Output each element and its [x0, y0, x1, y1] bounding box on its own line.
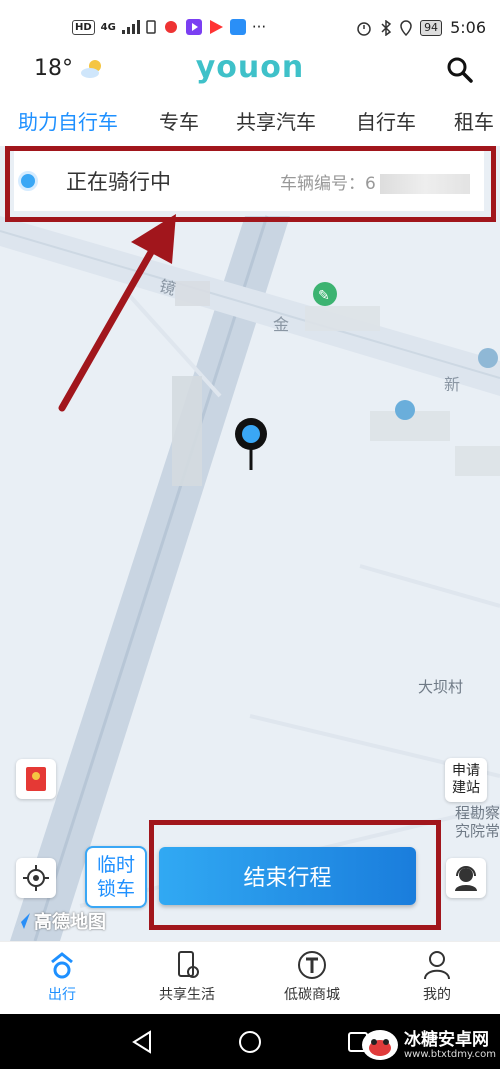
app-logo: youon — [195, 50, 305, 85]
hd-badge: HD — [72, 19, 95, 35]
amap-logo-icon — [14, 913, 30, 929]
status-left: HD 4G ··· — [72, 18, 266, 36]
red-packet-button[interactable] — [16, 759, 56, 799]
signal-icon — [121, 20, 140, 34]
crosshair-icon — [23, 865, 49, 891]
svg-text:✎: ✎ — [318, 288, 330, 304]
video-app-icon — [185, 19, 202, 35]
store-app-icon — [229, 19, 246, 35]
map-label-village: 大坝村 — [418, 678, 464, 696]
watermark: 冰糖安卓网 www.btxtdmy.com — [360, 1028, 496, 1062]
tab-rental[interactable]: 租车 — [454, 106, 494, 135]
nav-lowcarbon-mall[interactable]: 低碳商城 — [262, 950, 362, 1004]
status-right: 94 5:06 — [356, 18, 486, 37]
home-icon[interactable] — [238, 1030, 262, 1054]
user-icon — [424, 951, 450, 980]
alarm-icon — [357, 21, 371, 36]
map-label-line: 程勘察 — [455, 804, 500, 822]
annotation-highlight-box — [149, 820, 441, 930]
nav-travel[interactable]: 出行 — [12, 950, 112, 1004]
location-pin-icon — [235, 418, 267, 470]
nav-shared-life[interactable]: 共享生活 — [137, 950, 237, 1004]
temp-lock-line1: 临时 — [96, 854, 135, 876]
nav-mine[interactable]: 我的 — [387, 950, 487, 1004]
watermark-logo-icon — [361, 1030, 398, 1060]
apply-station-line1: 申请 — [452, 763, 480, 779]
shared-life-icon — [178, 951, 199, 978]
back-icon[interactable] — [130, 1030, 154, 1054]
search-icon[interactable] — [446, 56, 474, 84]
customer-service-button[interactable] — [446, 858, 486, 898]
watermark-url: www.btxtdmy.com — [403, 1048, 496, 1060]
tab-assisted-bike[interactable]: 助力自行车 — [18, 106, 118, 135]
status-bar: HD 4G ··· 94 5:06 — [0, 0, 500, 52]
watermark-name: 冰糖安卓网 — [403, 1029, 489, 1050]
nav-mine-label: 我的 — [423, 987, 451, 1003]
nav-travel-label: 出行 — [48, 987, 76, 1003]
red-packet-icon — [26, 767, 46, 791]
locate-button[interactable] — [16, 858, 56, 898]
sim-icon — [146, 20, 156, 34]
map-provider-name: 高德地图 — [34, 912, 106, 933]
tab-bike[interactable]: 自行车 — [356, 106, 416, 135]
customer-service-icon — [455, 866, 477, 891]
travel-icon — [51, 952, 73, 979]
map-label-line: 究院常 — [455, 822, 500, 840]
annotation-highlight-box — [5, 146, 496, 222]
map-label-jin: 金 — [273, 315, 290, 334]
network-label: 4G — [100, 21, 116, 33]
bluetooth-icon — [381, 19, 392, 36]
tab-shared-car[interactable]: 共享汽车 — [236, 106, 316, 135]
app-notification-icon — [164, 21, 177, 33]
map-label-xin: 新 — [444, 375, 461, 394]
bottom-navigation: 出行 共享生活 低碳商城 我的 — [0, 941, 500, 1015]
temp-lock-button[interactable]: 临时 锁车 — [85, 846, 147, 908]
watermark-text: 冰糖安卓网 www.btxtdmy.com — [404, 1031, 496, 1060]
temp-lock-line2: 锁车 — [96, 878, 135, 900]
map-provider-logo: 高德地图 — [12, 908, 106, 934]
location-status-icon — [400, 19, 412, 36]
apply-station-button[interactable]: 申请 建站 — [445, 758, 487, 802]
battery-indicator: 94 — [420, 19, 443, 36]
mall-t-icon — [298, 951, 326, 979]
play-app-icon — [209, 20, 223, 34]
nav-shared-life-label: 共享生活 — [159, 987, 215, 1003]
more-notifications: ··· — [251, 18, 267, 36]
apply-station-line2: 建站 — [452, 780, 480, 796]
nav-lowcarbon-mall-label: 低碳商城 — [284, 987, 340, 1003]
tab-private-car[interactable]: 专车 — [159, 106, 199, 135]
clock: 5:06 — [450, 18, 486, 37]
